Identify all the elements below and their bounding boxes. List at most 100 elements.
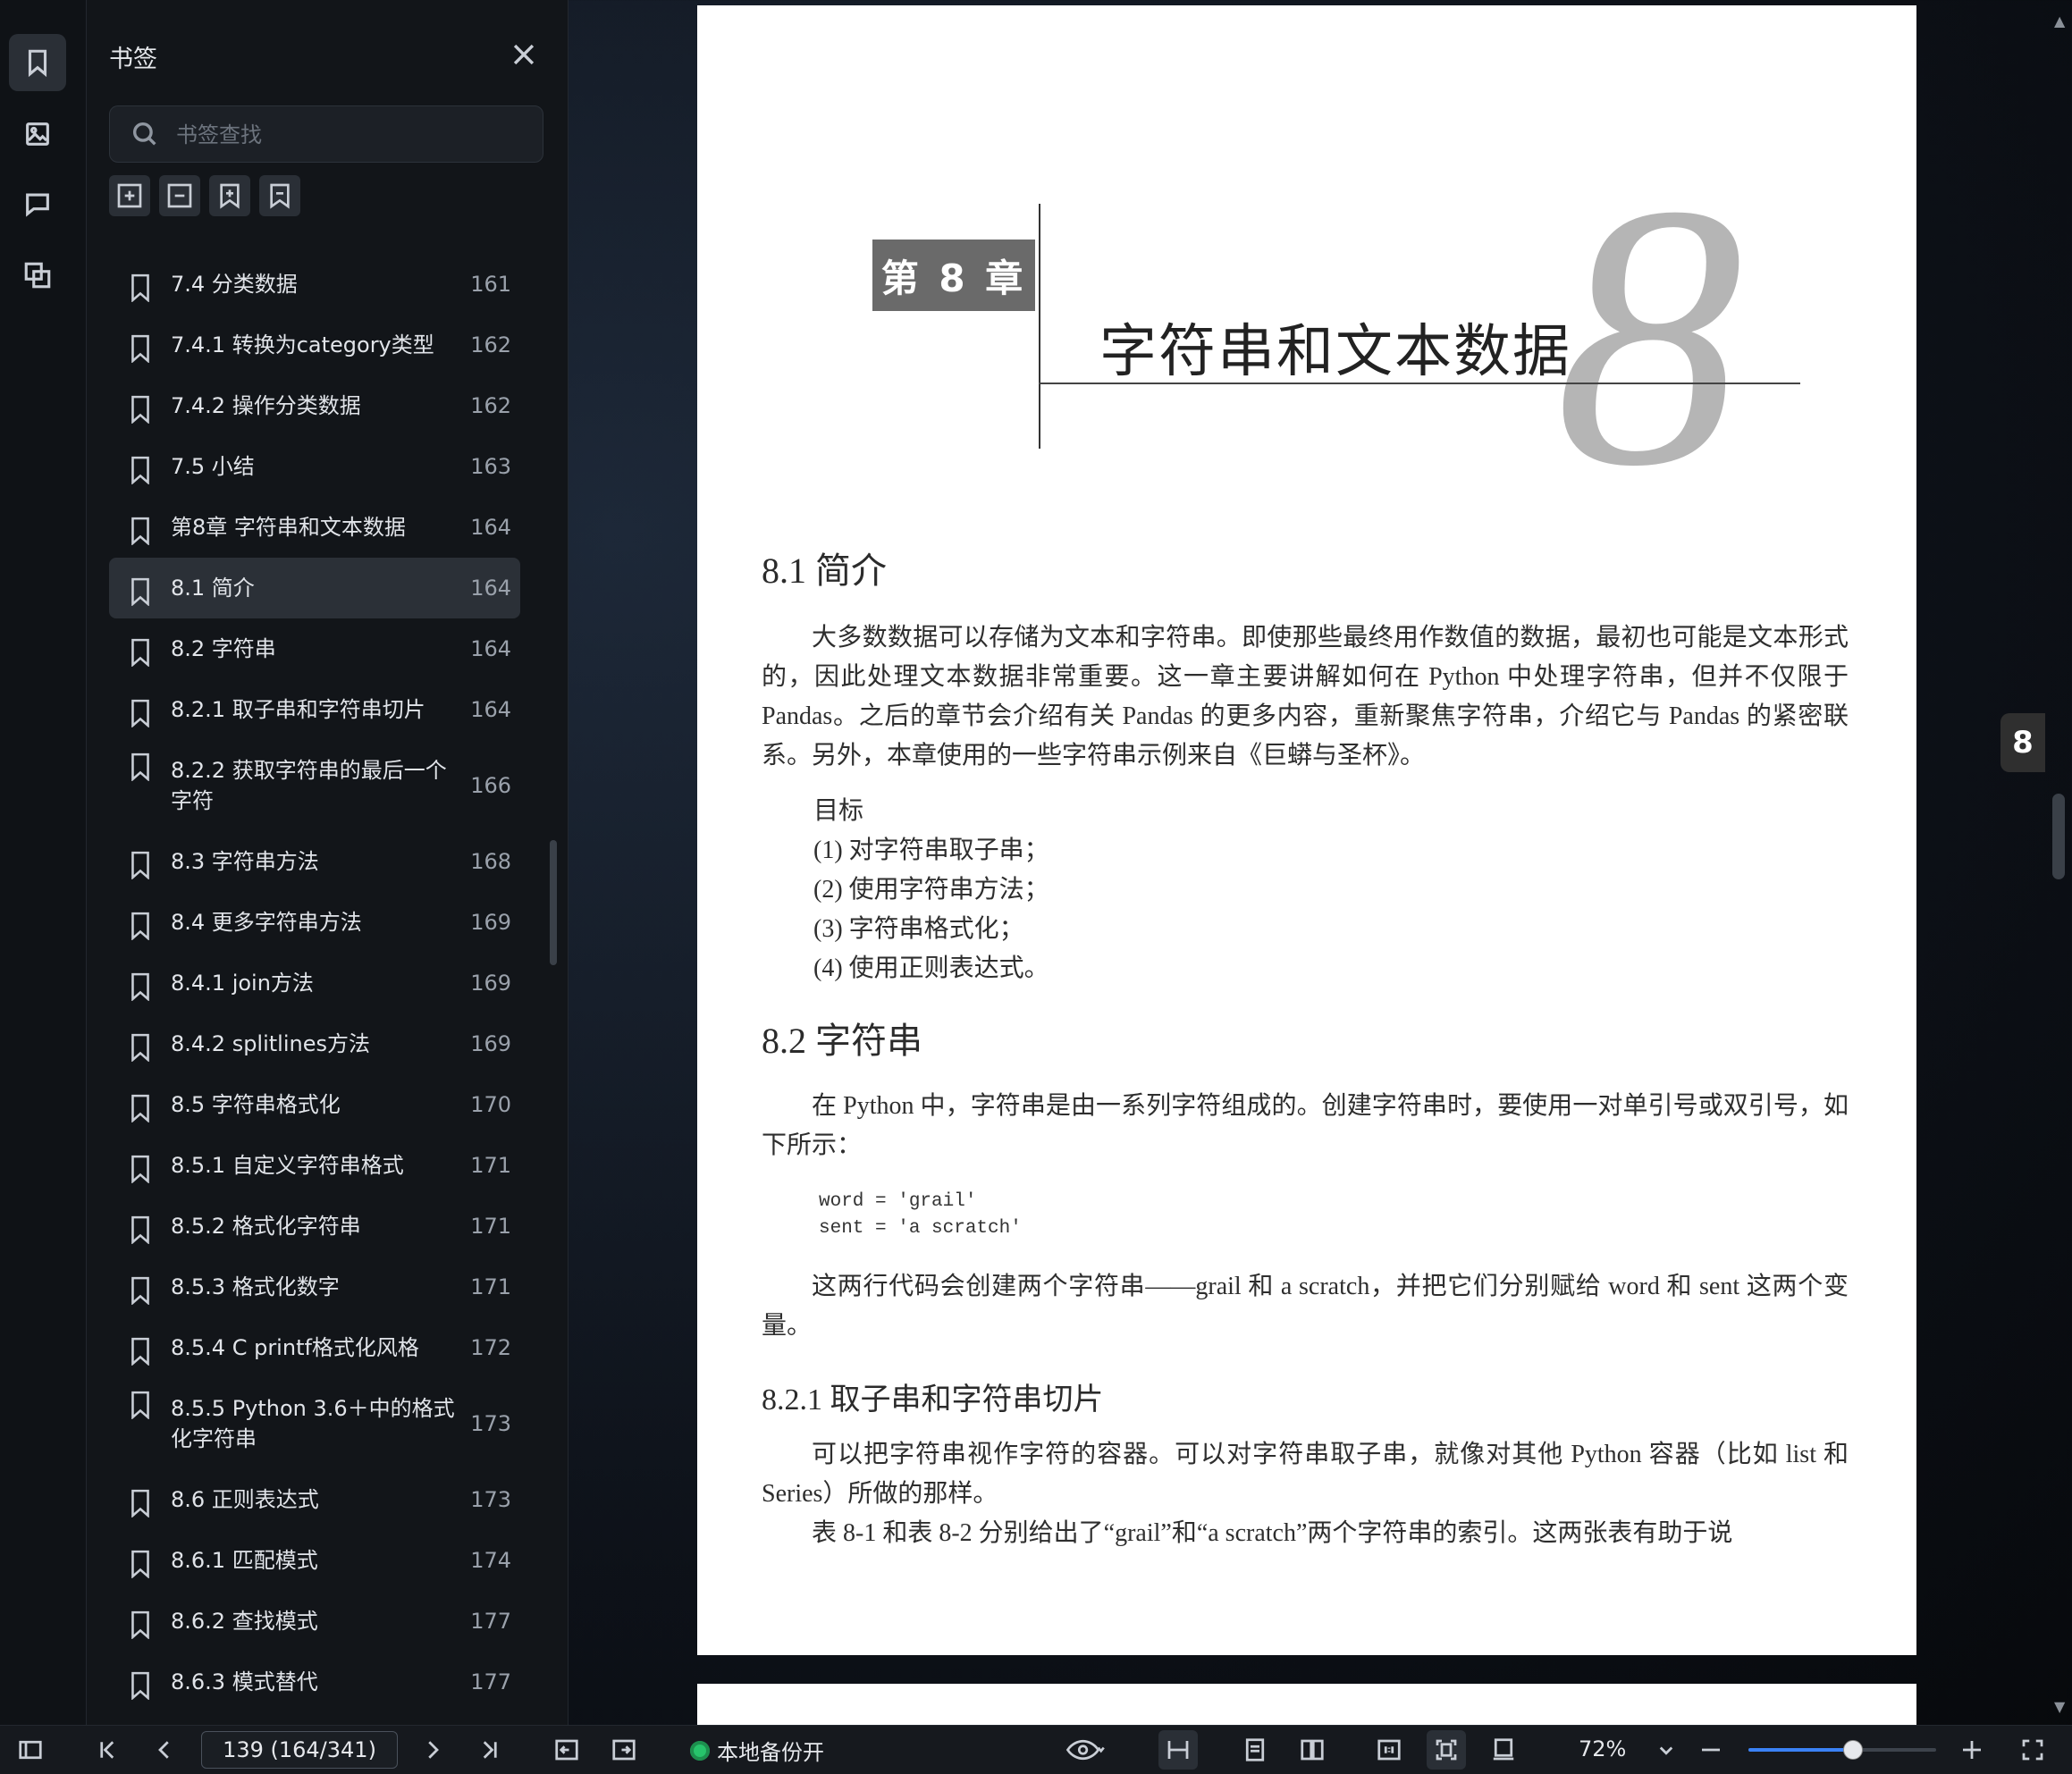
expand-all-icon[interactable] — [109, 175, 150, 216]
bookmark-icon — [129, 1094, 152, 1123]
bookmark-item[interactable]: 7.5 小结 163 — [109, 436, 520, 497]
zoom-slider-fill — [1748, 1748, 1852, 1752]
bookmark-item[interactable]: 7.4 分类数据 161 — [109, 254, 520, 315]
fit-width-icon[interactable] — [1158, 1730, 1198, 1770]
two-page-icon[interactable] — [1296, 1734, 1328, 1766]
bookmark-page: 169 — [470, 971, 511, 996]
section-8-2-paragraph-2: 这两行代码会创建两个字符串——grail 和 a scratch，并把它们分别赋… — [762, 1273, 1849, 1340]
bookmark-item[interactable]: 8.5.1 自定义字符串格式 171 — [109, 1135, 520, 1196]
scroll-down-icon[interactable]: ▼ — [2054, 1698, 2065, 1715]
bookmark-item[interactable]: 8.2.1 取子串和字符串切片 164 — [109, 679, 520, 740]
bookmark-item[interactable]: 8.5.3 格式化数字 171 — [109, 1257, 520, 1317]
bookmark-item[interactable]: 8.6.3 模式替代 177 — [109, 1652, 520, 1712]
bookmark-item[interactable]: 第8章 字符串和文本数据 164 — [109, 497, 520, 558]
previous-page-icon[interactable] — [148, 1734, 181, 1766]
bookmark-label: 7.5 小结 — [171, 454, 255, 479]
bookmark-label: 8.4.2 splitlines方法 — [171, 1031, 370, 1056]
backup-status-dot — [690, 1740, 710, 1761]
bookmark-item[interactable]: 8.1 简介 164 — [109, 558, 520, 618]
document-viewer[interactable]: 8 第 8 章 字符串和文本数据 8.1 简介 大多数数据可以存储为文本和字符串… — [569, 0, 2072, 1725]
bookmark-label: 7.4.2 操作分类数据 — [171, 393, 361, 418]
goal-item: (2) 使用字符串方法； — [813, 876, 1049, 904]
bookmark-item[interactable]: 8.4 更多字符串方法 169 — [109, 892, 520, 953]
goal-item: (3) 字符串格式化； — [813, 915, 1024, 943]
bookmark-icon — [129, 1671, 152, 1701]
bookmark-icon — [129, 1610, 152, 1640]
bookmark-page: 164 — [470, 697, 511, 722]
bookmark-item[interactable]: 8.6 正则表达式 173 — [109, 1469, 520, 1530]
bookmark-icon — [129, 273, 152, 303]
bookmark-label: 8.5.4 C printf格式化风格 — [171, 1335, 419, 1360]
last-page-icon[interactable] — [474, 1734, 506, 1766]
goal-item: (4) 使用正则表达式。 — [813, 954, 1049, 982]
zoom-slider[interactable] — [1748, 1740, 1936, 1760]
panel-scrollbar[interactable] — [550, 840, 557, 965]
bookmark-item[interactable]: 8.2.2 获取字符串的最后一个字符 166 — [109, 740, 520, 831]
comment-panel-icon[interactable] — [9, 175, 66, 232]
eye-mode-icon[interactable] — [1060, 1734, 1110, 1766]
goals-title: 目标 — [813, 797, 864, 825]
bookmark-icon — [129, 1033, 152, 1063]
bookmark-label: 8.2.2 获取字符串的最后一个字符 — [171, 758, 447, 813]
bookmark-icon — [129, 972, 152, 1002]
image-panel-icon[interactable] — [9, 105, 66, 163]
bookmark-panel: 书签 7.4 分类数据1617.4.1 转换为category类型1627.4.… — [87, 0, 569, 1725]
bookmark-page: 171 — [470, 1274, 511, 1299]
bookmark-page: 162 — [470, 332, 511, 357]
remove-bookmark-icon[interactable] — [259, 175, 300, 216]
bookmark-item[interactable]: 8.4.1 join方法 169 — [109, 953, 520, 1013]
zoom-out-icon[interactable] — [1695, 1734, 1727, 1766]
forward-icon[interactable] — [608, 1734, 640, 1766]
bookmark-item[interactable]: 8.6.1 匹配模式 174 — [109, 1530, 520, 1591]
bookmark-item[interactable]: 8.5.5 Python 3.6＋中的格式化字符串 173 — [109, 1378, 520, 1469]
bookmark-page: 171 — [470, 1153, 511, 1178]
back-icon[interactable] — [551, 1734, 583, 1766]
side-rail — [0, 0, 87, 1725]
bookmark-item[interactable]: 8.6.2 查找模式 177 — [109, 1591, 520, 1652]
zoom-dropdown-icon[interactable] — [1650, 1734, 1682, 1766]
document-scrollbar[interactable] — [2052, 794, 2065, 879]
scroll-up-icon[interactable]: ▲ — [2054, 13, 2065, 29]
bookmark-item[interactable]: 7.4.1 转换为category类型 162 — [109, 315, 520, 375]
zoom-in-icon[interactable] — [1956, 1734, 1988, 1766]
bookmark-icon — [129, 334, 152, 364]
thumbnail-panel-icon[interactable] — [9, 247, 66, 304]
bookmark-item[interactable]: 7.4.2 操作分类数据 162 — [109, 375, 520, 436]
bookmark-page: 164 — [470, 515, 511, 540]
bookmark-item[interactable]: 8.5.4 C printf格式化风格 172 — [109, 1317, 520, 1378]
search-input[interactable] — [174, 115, 526, 155]
collapse-all-icon[interactable] — [159, 175, 200, 216]
backup-status[interactable]: 本地备份开 — [690, 1735, 824, 1766]
bookmark-label: 7.4 分类数据 — [171, 272, 298, 297]
fullscreen-icon[interactable] — [2017, 1734, 2049, 1766]
bookmark-page: 169 — [470, 910, 511, 935]
page-number-input[interactable]: 139 (164/341) — [201, 1731, 398, 1769]
bookmark-tools — [109, 175, 300, 216]
bookmark-label: 8.2.1 取子串和字符串切片 — [171, 697, 425, 722]
panel-title: 书签 — [109, 46, 157, 73]
single-page-icon[interactable] — [1239, 1734, 1271, 1766]
bookmark-item[interactable]: 8.5 字符串格式化 170 — [109, 1074, 520, 1135]
bookmark-search[interactable] — [109, 105, 543, 163]
bookmark-icon — [129, 1391, 152, 1420]
bookmark-page: 174 — [470, 1548, 511, 1573]
rotate-page-icon[interactable] — [1487, 1734, 1520, 1766]
bookmark-label: 8.5.1 自定义字符串格式 — [171, 1153, 404, 1178]
bookmark-item[interactable]: 8.3 字符串方法 168 — [109, 831, 520, 892]
next-page-icon[interactable] — [417, 1734, 449, 1766]
bookmark-item[interactable]: 8.4.2 splitlines方法 169 — [109, 1013, 520, 1074]
actual-size-icon[interactable] — [1373, 1734, 1405, 1766]
toggle-sidebar-icon[interactable] — [14, 1734, 46, 1766]
close-icon[interactable] — [509, 39, 539, 70]
zoom-slider-knob[interactable] — [1842, 1740, 1863, 1760]
fit-page-icon[interactable] — [1427, 1730, 1466, 1770]
bookmark-item[interactable]: 8.5.2 格式化字符串 171 — [109, 1196, 520, 1257]
zoom-level[interactable]: 72% — [1579, 1736, 1626, 1761]
first-page-icon[interactable] — [91, 1734, 123, 1766]
bookmark-panel-icon[interactable] — [9, 34, 66, 91]
bookmark-page: 177 — [470, 1669, 511, 1694]
bookmark-icon — [129, 517, 152, 546]
bookmark-icon — [129, 395, 152, 425]
add-bookmark-icon[interactable] — [209, 175, 250, 216]
bookmark-item[interactable]: 8.2 字符串 164 — [109, 618, 520, 679]
